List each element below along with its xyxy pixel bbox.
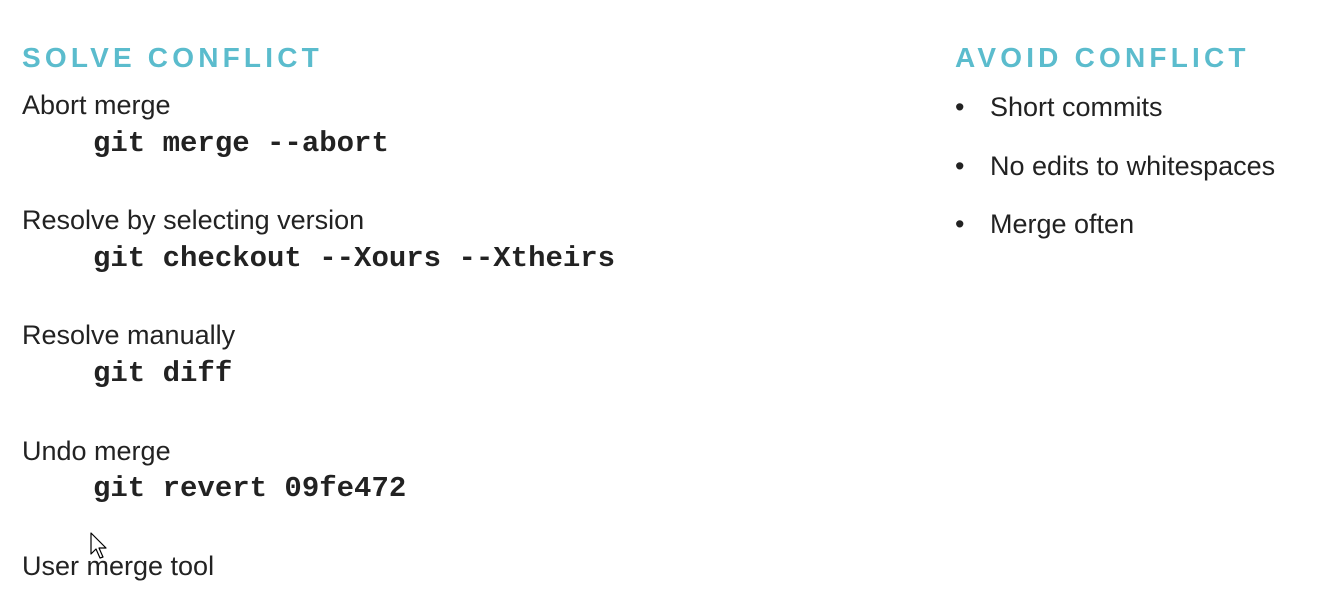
bullet-icon: •	[955, 92, 965, 122]
abort-merge-command: git merge --abort	[93, 127, 389, 160]
short-commits-text: Short commits	[990, 92, 1163, 122]
resolve-by-version-label: Resolve by selecting version	[22, 205, 365, 235]
mouse-pointer-icon	[90, 532, 107, 559]
no-whitespace-edits-text: No edits to whitespaces	[990, 150, 1276, 181]
bullet-icon: •	[955, 209, 965, 239]
resolve-by-version-command: git checkout --Xours --Xtheirs	[93, 242, 616, 275]
resolve-manually-command: git diff	[93, 357, 233, 390]
undo-merge-label: Undo merge	[22, 436, 171, 466]
merge-often-text: Merge often	[990, 209, 1135, 239]
solve-conflict-section: Abort merge git merge --abort Resolve by…	[0, 0, 900, 602]
avoid-conflict-heading: AVOID CONFLICT	[955, 42, 1250, 74]
bullet-icon: •	[955, 150, 965, 181]
merge-tool-label: User merge tool	[22, 551, 215, 581]
resolve-manually-label: Resolve manually	[22, 320, 236, 350]
undo-merge-command: git revert 09fe472	[93, 472, 407, 505]
abort-merge-label: Abort merge	[22, 90, 171, 120]
